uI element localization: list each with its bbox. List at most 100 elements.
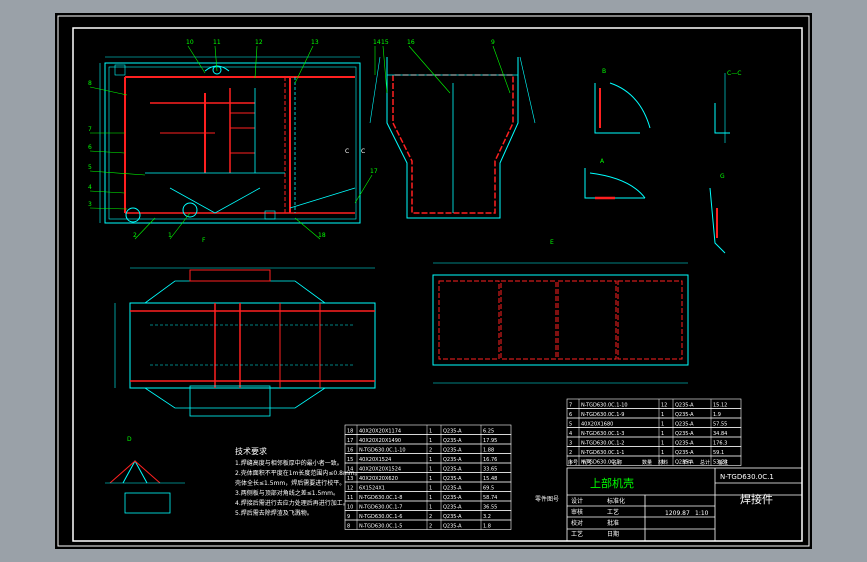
bom-cell: Q235-A bbox=[443, 467, 462, 473]
tech-note-line: 3.两侧板与顶部对角线之差≤1.5mm。 bbox=[235, 489, 339, 497]
bom-cell: N-TGD630.0C.1-3 bbox=[581, 431, 624, 437]
section-mark: A bbox=[600, 158, 605, 165]
bom-cell: 1 bbox=[661, 422, 664, 428]
bom-cell: 4 bbox=[569, 431, 572, 437]
bom-cell: 15 bbox=[347, 457, 353, 463]
detail-views bbox=[584, 73, 730, 254]
leader-line bbox=[89, 150, 126, 154]
part-balloon: 5 bbox=[88, 164, 92, 171]
tech-notes: 技术要求 1.焊缝高度与相邻板厚中的最小者一致。 2.壳体面积不平度在1m长度范… bbox=[235, 446, 361, 517]
tech-notes-title: 技术要求 bbox=[235, 446, 267, 456]
leader-line bbox=[354, 174, 373, 204]
bom-cell: 1 bbox=[429, 429, 432, 435]
bom-header-cell: 数量 bbox=[642, 459, 652, 466]
part-balloon: 14 bbox=[373, 39, 381, 46]
signature-label: 批准 bbox=[607, 519, 619, 527]
bom-cell: 8 bbox=[347, 524, 350, 530]
bom-cell: 1 bbox=[429, 505, 432, 511]
leader-line bbox=[254, 45, 258, 79]
bom-cell: 59.1 bbox=[713, 450, 724, 456]
leader-line bbox=[294, 217, 321, 240]
bom-cell: 1 bbox=[429, 467, 432, 473]
bom-cell: 1 bbox=[429, 486, 432, 492]
bom-cell: Q235-A bbox=[675, 431, 694, 437]
bom-cell: N-TGD630.0C.1-8 bbox=[359, 495, 402, 501]
bom-cell: 1 bbox=[429, 438, 432, 444]
part-balloon: 17 bbox=[370, 168, 378, 175]
bom-cell: 40X20X20X620 bbox=[359, 476, 398, 482]
bom-cell: Q235-A bbox=[675, 403, 694, 409]
end-view bbox=[369, 56, 536, 219]
bom-header-cell: 名称 bbox=[612, 459, 622, 466]
bom-cell: 7 bbox=[569, 403, 572, 409]
leader-line bbox=[408, 45, 451, 94]
bom-cell: 11 bbox=[347, 495, 353, 501]
bom-cell: N-TGD630.0C.1-10 bbox=[581, 403, 628, 409]
part-balloon: 1 bbox=[168, 232, 172, 239]
bom-cell: N-TGD630.0C.1-2 bbox=[581, 441, 624, 447]
part-balloon: 4 bbox=[88, 184, 92, 191]
tech-note-line: 5.焊后需去除焊渣及飞溅物。 bbox=[235, 509, 313, 517]
bom-cell: N-TGD630.0C.1-9 bbox=[581, 412, 624, 418]
bom-cell: 1 bbox=[661, 441, 664, 447]
bom-header-cell: 代号 bbox=[582, 459, 592, 466]
bom-cell: 1 bbox=[661, 431, 664, 437]
bom-cell: Q235-A bbox=[443, 486, 462, 492]
bom-cell: 40X20X1680 bbox=[581, 422, 613, 428]
bom-cell: 40X20X20X1490 bbox=[359, 438, 401, 444]
section-mark: C—C bbox=[727, 70, 741, 77]
bom-cell: 16 bbox=[347, 448, 353, 454]
leader-line bbox=[89, 170, 146, 176]
bom-cell: N-TGD630.0C.1-10 bbox=[359, 448, 406, 454]
bom-cell: Q235-A bbox=[443, 505, 462, 511]
leader-line bbox=[187, 45, 206, 74]
bom-cell: 14 bbox=[347, 467, 353, 473]
bom-cell: 15.12 bbox=[713, 403, 727, 409]
part-category: 焊接件 bbox=[740, 492, 773, 506]
bom-cell: 18 bbox=[347, 429, 353, 435]
bom-cell: 1.88 bbox=[483, 448, 494, 454]
bom-cell: 2 bbox=[569, 450, 572, 456]
bom-cell: 13 bbox=[347, 476, 353, 482]
signature-label: 审核 bbox=[571, 508, 583, 516]
section-mark: F bbox=[202, 237, 206, 244]
bom-cell: 2 bbox=[429, 448, 432, 454]
bom-cell: 69.5 bbox=[483, 486, 494, 492]
bom-cell: 2 bbox=[429, 524, 432, 530]
part-balloon: 10 bbox=[186, 39, 194, 46]
drawing-canvas: C C 810 11 12 13 14 15 16 9765432 11718F… bbox=[57, 15, 810, 547]
svg-text:C: C bbox=[345, 148, 349, 155]
leader-line bbox=[89, 190, 126, 194]
part-balloon: 8 bbox=[88, 80, 92, 87]
bom-cell: 12 bbox=[661, 403, 667, 409]
bom-header-cell: 备注 bbox=[718, 459, 728, 466]
bom-cell: 1 bbox=[429, 476, 432, 482]
bom-header-cell: 总计 bbox=[700, 459, 710, 466]
bom-header-cell: 材料 bbox=[658, 459, 668, 466]
bom-cell: 1.9 bbox=[713, 412, 721, 418]
signature-label: 日期 bbox=[607, 530, 619, 538]
bom-header-cell: 单件 bbox=[682, 459, 692, 466]
part-balloon: 11 bbox=[213, 39, 221, 46]
bom-cell: 6 bbox=[569, 412, 572, 418]
bom-cell: Q235-A bbox=[675, 450, 694, 456]
bom-cell: 33.65 bbox=[483, 467, 497, 473]
leader-line bbox=[89, 86, 128, 96]
part-balloon: 9 bbox=[491, 39, 495, 46]
drawing-scale: 1:10 bbox=[695, 510, 709, 517]
part-balloon: 12 bbox=[255, 39, 263, 46]
bom-cell: Q235-A bbox=[443, 476, 462, 482]
bom-cell: 6X1524X1 bbox=[359, 486, 385, 492]
leader-line bbox=[382, 45, 388, 94]
leader-line bbox=[89, 207, 128, 210]
bom-cell: N-TGD630.0C.1-7 bbox=[359, 505, 402, 511]
bom-cell: 2 bbox=[429, 514, 432, 520]
signature-label: 工艺 bbox=[607, 508, 619, 516]
leader-line bbox=[169, 212, 191, 240]
bom-cell: Q235-A bbox=[675, 441, 694, 447]
bom-cell: Q235-A bbox=[443, 457, 462, 463]
leader-line bbox=[492, 45, 511, 94]
roof-detail bbox=[105, 459, 185, 514]
bom-cell: Q235-A bbox=[675, 422, 694, 428]
bom-cell: Q235-A bbox=[443, 429, 462, 435]
